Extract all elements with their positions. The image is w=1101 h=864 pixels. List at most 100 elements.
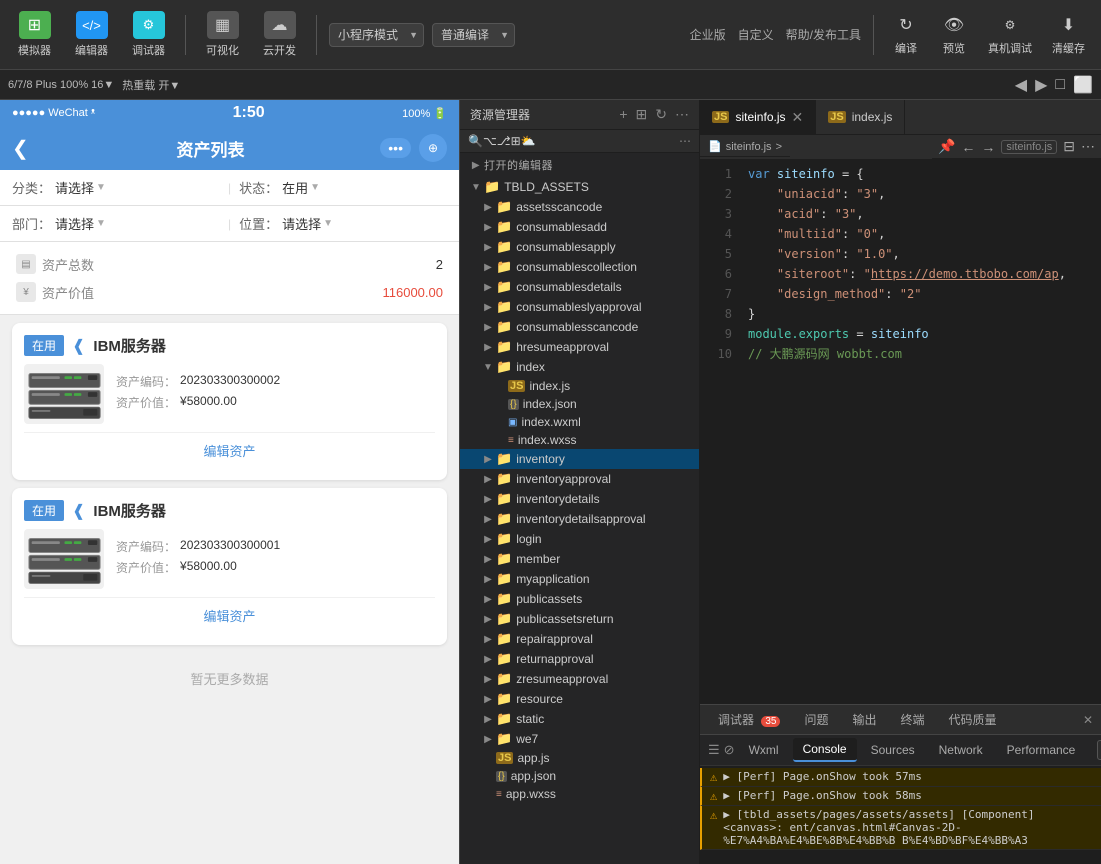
file-tree-icon-search[interactable]: 🔍 — [468, 134, 483, 148]
tree-item-app.json[interactable]: {}app.json — [460, 767, 699, 785]
new-folder-icon[interactable]: ⊞ — [636, 106, 648, 123]
file-tree-icon-cloud[interactable]: ⛅ — [521, 134, 536, 148]
tree-item-app.wxss[interactable]: ≡app.wxss — [460, 785, 699, 803]
forward-button[interactable]: ▶ — [1035, 75, 1047, 95]
root-folder[interactable]: ▼ 📁 TBLD_ASSETS — [460, 177, 699, 197]
tree-item-publicassetsreturn[interactable]: ▶📁publicassetsreturn — [460, 609, 699, 629]
tree-item-index.wxss[interactable]: ≡index.wxss — [460, 431, 699, 449]
simulator-button[interactable]: ⊞ 模拟器 — [10, 7, 59, 62]
phone-content[interactable]: 分类： 请选择 ▼ | 状态： 在用 ▼ 部门： — [0, 170, 459, 864]
editor-ellipsis-icon[interactable]: ⋯ — [1081, 138, 1095, 155]
subtab-wxml[interactable]: Wxml — [739, 739, 789, 761]
file-tree-icon-git[interactable]: ⌥ — [483, 134, 497, 148]
tab-siteinfo-js[interactable]: JS siteinfo.js ✕ — [700, 100, 816, 134]
tree-item-resource[interactable]: ▶📁resource — [460, 689, 699, 709]
tree-item-member[interactable]: ▶📁member — [460, 549, 699, 569]
console-service-select[interactable]: appservice (#2) — [1097, 740, 1101, 760]
new-file-icon[interactable]: + — [619, 106, 627, 123]
tree-item-hresumeapproval[interactable]: ▶📁hresumeapproval — [460, 337, 699, 357]
bottom-tab-issues[interactable]: 问题 — [794, 707, 838, 732]
tree-item-consumableslyapproval[interactable]: ▶📁consumableslyapproval — [460, 297, 699, 317]
location-select[interactable]: 请选择 ▼ — [282, 214, 333, 233]
refresh-icon[interactable]: ↻ — [655, 106, 667, 123]
bottom-tab-terminal[interactable]: 终端 — [891, 707, 935, 732]
back-button[interactable]: ◀ — [1015, 75, 1027, 95]
tree-item-index.js[interactable]: JSindex.js — [460, 377, 699, 395]
bottom-tab-output[interactable]: 输出 — [843, 707, 887, 732]
status-select[interactable]: 在用 ▼ — [282, 178, 320, 197]
file-tree-icon-grid[interactable]: ⊞ — [511, 134, 521, 148]
editor-split-icon[interactable]: ⊟ — [1063, 138, 1075, 155]
asset-2-edit-link[interactable]: 编辑资产 — [24, 597, 435, 633]
tree-item-inventory[interactable]: ▶📁inventory — [460, 449, 699, 469]
phone-signal: ●●●●● WeChat ᵜ — [12, 107, 95, 119]
collapse-all-icon[interactable]: ⋯ — [675, 106, 689, 123]
tree-item-we7[interactable]: ▶📁we7 — [460, 729, 699, 749]
tree-item-consumablesadd[interactable]: ▶📁consumablesadd — [460, 217, 699, 237]
bottom-tab-terminal-label: 终端 — [901, 713, 925, 727]
tree-item-login[interactable]: ▶📁login — [460, 529, 699, 549]
mode-select-wrapper[interactable]: 小程序模式 — [329, 23, 424, 47]
compile-select-wrapper[interactable]: 普通编译 — [432, 23, 515, 47]
tab-index-js[interactable]: JS index.js — [816, 100, 905, 134]
editor-back-icon[interactable]: ← — [961, 139, 975, 155]
nav-circle-button[interactable]: ⊕ — [419, 134, 447, 162]
subtab-performance[interactable]: Performance — [997, 739, 1086, 761]
tree-item-consumablesdetails[interactable]: ▶📁consumablesdetails — [460, 277, 699, 297]
debugger-button[interactable]: ⚙ 调试器 — [124, 7, 173, 62]
bottom-tab-debugger[interactable]: 调试器 35 — [708, 707, 790, 732]
phone-nav-back[interactable]: ❮ — [12, 136, 29, 161]
tab-siteinfo-close[interactable]: ✕ — [792, 109, 804, 126]
compile-select[interactable]: 普通编译 — [432, 23, 515, 47]
hot-reload[interactable]: 热重载 开▼ — [122, 77, 180, 93]
file-tree-menu-icon[interactable]: ⋯ — [679, 134, 691, 148]
category-select[interactable]: 请选择 ▼ — [55, 178, 106, 197]
file-tree-content[interactable]: ▶📁assetsscancode▶📁consumablesadd▶📁consum… — [460, 197, 699, 864]
custom-link[interactable]: 自定义 — [738, 26, 774, 43]
tree-item-index.wxml[interactable]: ▣index.wxml — [460, 413, 699, 431]
tree-item-inventoryapproval[interactable]: ▶📁inventoryapproval — [460, 469, 699, 489]
bottom-close-icon[interactable]: ✕ — [1083, 713, 1093, 727]
tree-item-index[interactable]: ▼📁index — [460, 357, 699, 377]
console-menu-icon[interactable]: ☰ — [708, 742, 720, 758]
tree-item-static[interactable]: ▶📁static — [460, 709, 699, 729]
visualize-button[interactable]: ▦ 可视化 — [198, 7, 247, 62]
console-stop-icon[interactable]: ⊘ — [724, 742, 735, 758]
compile-button[interactable]: ↻ 编译 — [886, 9, 926, 60]
code-content[interactable]: var siteinfo = { "uniacid": "3", "acid":… — [740, 160, 1101, 704]
preview-button[interactable]: 👁 预览 — [934, 9, 974, 60]
bottom-tab-quality[interactable]: 代码质量 — [939, 707, 1007, 732]
tree-item-app.js[interactable]: JSapp.js — [460, 749, 699, 767]
editor-pin-icon[interactable]: 📌 — [938, 138, 955, 155]
help-link[interactable]: 帮助/发布工具 — [786, 26, 861, 43]
tree-item-publicassets[interactable]: ▶📁publicassets — [460, 589, 699, 609]
tree-item-inventorydetailsapproval[interactable]: ▶📁inventorydetailsapproval — [460, 509, 699, 529]
tree-item-zresumeapproval[interactable]: ▶📁zresumeapproval — [460, 669, 699, 689]
tree-item-repairapproval[interactable]: ▶📁repairapproval — [460, 629, 699, 649]
real-test-button[interactable]: ⚙ 真机调试 — [982, 9, 1038, 60]
tablet-button[interactable]: ⬜ — [1073, 75, 1093, 95]
tree-item-assetsscancode[interactable]: ▶📁assetsscancode — [460, 197, 699, 217]
enterprise-link[interactable]: 企业版 — [690, 26, 726, 43]
file-tree-icon-branch[interactable]: ⎇ — [497, 134, 511, 148]
tree-item-index.json[interactable]: {}index.json — [460, 395, 699, 413]
phone-button[interactable]: □ — [1055, 76, 1065, 94]
editor-forward-icon[interactable]: → — [981, 139, 995, 155]
open-editors-section[interactable]: ▶ 打开的编辑器 — [460, 153, 699, 177]
subtab-console[interactable]: Console — [793, 738, 857, 762]
nav-dots-button[interactable]: ••• — [380, 138, 411, 158]
editor-button[interactable]: </> 编辑器 — [67, 7, 116, 62]
tree-item-returnapproval[interactable]: ▶📁returnapproval — [460, 649, 699, 669]
asset-1-edit-link[interactable]: 编辑资产 — [24, 432, 435, 468]
tree-item-inventorydetails[interactable]: ▶📁inventorydetails — [460, 489, 699, 509]
tree-item-consumablescollection[interactable]: ▶📁consumablescollection — [460, 257, 699, 277]
dept-select[interactable]: 请选择 ▼ — [55, 214, 106, 233]
clear-storage-button[interactable]: ⬇ 清缓存 — [1046, 9, 1091, 60]
mode-select[interactable]: 小程序模式 — [329, 23, 424, 47]
tree-item-consumablesscancode[interactable]: ▶📁consumablesscancode — [460, 317, 699, 337]
tree-item-myapplication[interactable]: ▶📁myapplication — [460, 569, 699, 589]
cloud-button[interactable]: ☁ 云开发 — [255, 7, 304, 62]
tree-item-consumablesapply[interactable]: ▶📁consumablesapply — [460, 237, 699, 257]
subtab-sources[interactable]: Sources — [861, 739, 925, 761]
subtab-network[interactable]: Network — [929, 739, 993, 761]
